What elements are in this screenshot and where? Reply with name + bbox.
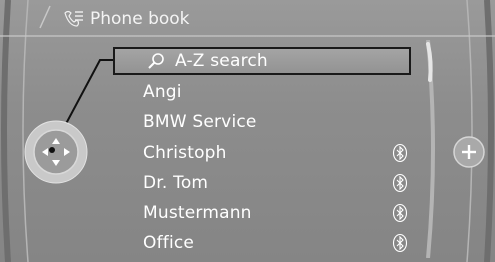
list-item[interactable]: BMW Service (143, 107, 413, 137)
contact-name: Dr. Tom (143, 173, 209, 193)
bluetooth-icon (392, 233, 408, 253)
list-item[interactable]: Mustermann (143, 198, 413, 228)
contact-name: Angi (143, 82, 182, 102)
bluetooth-icon (392, 173, 408, 193)
bluetooth-icon (392, 203, 408, 223)
contact-name: Mustermann (143, 203, 252, 223)
contact-name: Christoph (143, 143, 227, 163)
az-search-item[interactable]: A-Z search (113, 47, 411, 75)
contact-name: Office (143, 233, 195, 253)
bluetooth-icon (392, 143, 408, 163)
scrollbar[interactable] (424, 40, 440, 258)
az-search-label: A-Z search (175, 51, 268, 71)
idrive-screen: Phone book A-Z search Angi BMW Service C… (0, 0, 495, 262)
controller-knob-icon[interactable] (24, 120, 88, 184)
list-item[interactable]: Christoph (143, 138, 413, 168)
list-item[interactable]: Dr. Tom (143, 168, 413, 198)
contact-name: BMW Service (143, 112, 257, 132)
list-item[interactable]: Office (143, 228, 413, 258)
plus-icon[interactable] (453, 136, 485, 168)
magnifier-icon (148, 53, 164, 69)
list-item[interactable]: Angi (143, 77, 413, 107)
